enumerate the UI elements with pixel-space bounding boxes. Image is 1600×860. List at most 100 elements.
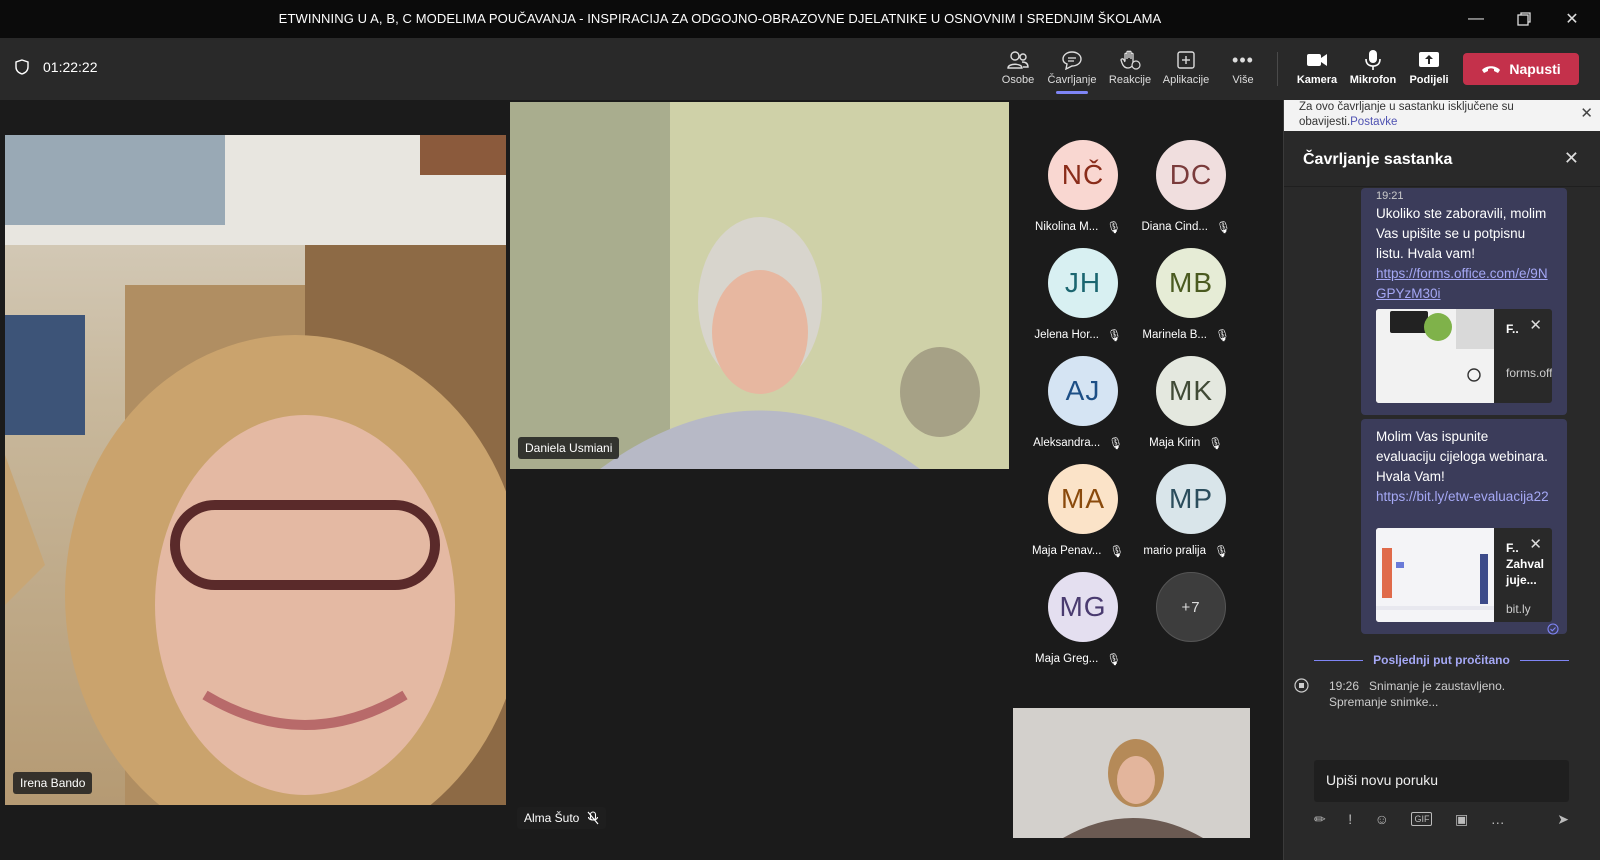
avatar: MG — [1048, 572, 1118, 642]
mic-muted-icon: 🎙︎ — [1215, 222, 1231, 234]
minimize-button[interactable]: — — [1452, 0, 1500, 38]
message-text: Molim Vas ispunite evaluaciju cijeloga w… — [1376, 429, 1548, 484]
participant-avatar[interactable]: AJ Aleksandra... 🎙︎ — [1023, 356, 1133, 464]
recording-stopped-icon — [1294, 678, 1309, 693]
participant-avatar[interactable]: MK Maja Kirin 🎙︎ — [1131, 356, 1241, 464]
mic-muted-icon: 🎙︎ — [1109, 546, 1125, 558]
mic-muted-icon: 🎙︎ — [1106, 654, 1121, 666]
participant-name-label: Daniela Usmiani — [518, 437, 620, 459]
participant-avatar[interactable]: MA Maja Penav... 🎙︎ — [1023, 464, 1133, 572]
close-window-button[interactable]: ✕ — [1548, 0, 1596, 38]
restore-icon — [1517, 12, 1531, 26]
compose-placeholder: Upiši novu poruku — [1326, 772, 1439, 788]
avatar: MB — [1156, 248, 1226, 318]
minimize-icon: — — [1468, 10, 1484, 27]
camera-icon — [1307, 54, 1327, 66]
emoji-icon[interactable]: ☺ — [1375, 811, 1389, 827]
notifications-banner: Za ovo čavrljanje u sastanku isključene … — [1284, 100, 1600, 131]
more-participants-button[interactable]: +7 — [1131, 572, 1241, 680]
video-stage: Irena Bando Daniela Usmiani Alma Šuto NČ… — [0, 100, 1283, 860]
preview-thumbnail — [1376, 309, 1494, 403]
video-feed — [5, 135, 506, 805]
microphone-button[interactable]: Mikrofon — [1345, 46, 1401, 96]
link-preview-card[interactable]: F.. Zahval juje... bit.ly ✕ — [1376, 528, 1552, 622]
message-text: Ukoliko ste zaboravili, molim Vas upišit… — [1376, 206, 1547, 261]
avatar: MK — [1156, 356, 1226, 426]
window-title: ETWINNING U A, B, C MODELIMA POUČAVANJA … — [278, 11, 1162, 26]
more-icon: ••• — [1232, 49, 1254, 70]
participant-avatar[interactable]: MP mario pralija 🎙︎ — [1131, 464, 1241, 572]
chat-message[interactable]: 19:21 Ukoliko ste zaboravili, molim Vas … — [1361, 188, 1567, 415]
forms-link[interactable]: https://forms.office.com/e/9NGPYzM30i — [1376, 266, 1548, 301]
participant-avatar[interactable]: MB Marinela B... 🎙︎ — [1131, 248, 1241, 356]
video-tile-daniela[interactable]: Daniela Usmiani — [510, 102, 1009, 469]
toolbar-separator — [1277, 52, 1278, 86]
hand-icon — [1120, 50, 1141, 70]
camera-button[interactable]: Kamera — [1289, 46, 1345, 96]
avatar: DC — [1156, 140, 1226, 210]
participant-avatar[interactable]: DC Diana Cind... 🎙︎ — [1131, 140, 1241, 248]
mic-muted-icon: 🎙︎ — [1108, 438, 1123, 450]
chat-message[interactable]: Molim Vas ispunite evaluaciju cijeloga w… — [1361, 419, 1567, 634]
chat-button[interactable]: Čavrljanje — [1044, 46, 1100, 96]
settings-link[interactable]: Postavke — [1350, 116, 1397, 128]
link-preview-card[interactable]: F.. forms.offic... ✕ — [1376, 309, 1552, 403]
mic-muted-icon: 🎙︎ — [1106, 222, 1121, 234]
dismiss-preview-icon[interactable]: ✕ — [1529, 535, 1542, 555]
people-icon — [1007, 51, 1029, 69]
more-options-icon[interactable]: … — [1491, 811, 1505, 827]
mic-muted-icon: 🎙︎ — [1106, 330, 1122, 342]
title-bar: ETWINNING U A, B, C MODELIMA POUČAVANJA … — [0, 0, 1600, 38]
chat-header: Čavrljanje sastanka ✕ — [1284, 131, 1600, 187]
avatar: MP — [1156, 464, 1226, 534]
evaluation-link[interactable]: https://bit.ly/etw-evaluacija22 — [1376, 489, 1549, 504]
compose-toolbar: ✏ ! ☺ GIF ▣ … ➤ — [1314, 807, 1569, 831]
participant-avatar[interactable]: NČ Nikolina M... 🎙︎ — [1023, 140, 1133, 248]
add-app-icon — [1177, 51, 1195, 69]
participant-avatar[interactable]: JH Jelena Hor... 🎙︎ — [1023, 248, 1133, 356]
avatar: MA — [1048, 464, 1118, 534]
close-banner-icon[interactable]: ✕ — [1580, 106, 1593, 121]
mic-muted-icon — [587, 811, 599, 825]
mic-muted-icon: 🎙︎ — [1214, 546, 1229, 558]
self-view-tile[interactable] — [1013, 708, 1250, 838]
apps-button[interactable]: Aplikacije — [1158, 46, 1214, 96]
share-screen-icon — [1419, 52, 1439, 67]
participant-name-label: Irena Bando — [13, 772, 93, 794]
chat-icon — [1062, 51, 1082, 70]
close-icon: ✕ — [1565, 11, 1579, 28]
video-feed — [510, 102, 1009, 469]
important-icon[interactable]: ! — [1348, 811, 1352, 827]
send-icon[interactable]: ➤ — [1557, 811, 1569, 828]
chat-title: Čavrljanje sastanka — [1303, 151, 1453, 168]
video-tile-irena[interactable]: Irena Bando — [5, 135, 506, 805]
avatar: JH — [1048, 248, 1118, 318]
more-button[interactable]: ••• Više — [1215, 46, 1271, 96]
format-icon[interactable]: ✏ — [1314, 811, 1326, 828]
overflow-count: +7 — [1156, 572, 1226, 642]
people-button[interactable]: Osobe — [990, 46, 1046, 96]
hang-up-icon — [1482, 66, 1501, 73]
participant-avatar[interactable]: MG Maja Greg... 🎙︎ — [1023, 572, 1133, 680]
read-receipt-icon — [1547, 623, 1559, 635]
compose-box[interactable]: Upiši novu poruku — [1314, 760, 1569, 802]
mic-muted-icon: 🎙︎ — [1208, 438, 1223, 450]
close-chat-icon[interactable]: ✕ — [1564, 148, 1579, 169]
shield-icon — [15, 59, 29, 75]
share-button[interactable]: Podijeli — [1401, 46, 1457, 96]
gif-icon[interactable]: GIF — [1411, 812, 1433, 826]
microphone-icon — [1365, 50, 1381, 70]
video-feed — [1013, 708, 1250, 838]
last-read-divider: Posljednji put pročitano — [1314, 653, 1570, 667]
mic-muted-icon: 🎙︎ — [1214, 330, 1230, 342]
reactions-button[interactable]: Reakcije — [1102, 46, 1158, 96]
leave-button[interactable]: Napusti — [1463, 53, 1579, 85]
sticker-icon[interactable]: ▣ — [1455, 811, 1468, 828]
maximize-button[interactable] — [1500, 0, 1548, 38]
meeting-toolbar: 01:22:22 Osobe Čavrljanje Reakcije Aplik… — [0, 38, 1600, 100]
avatar: NČ — [1048, 140, 1118, 210]
dismiss-preview-icon[interactable]: ✕ — [1529, 316, 1542, 336]
system-message: 19:26 Snimanje je zaustavljeno. Spremanje… — [1294, 678, 1549, 710]
preview-thumbnail — [1376, 528, 1494, 622]
participant-name-label-alma: Alma Šuto — [517, 807, 607, 829]
